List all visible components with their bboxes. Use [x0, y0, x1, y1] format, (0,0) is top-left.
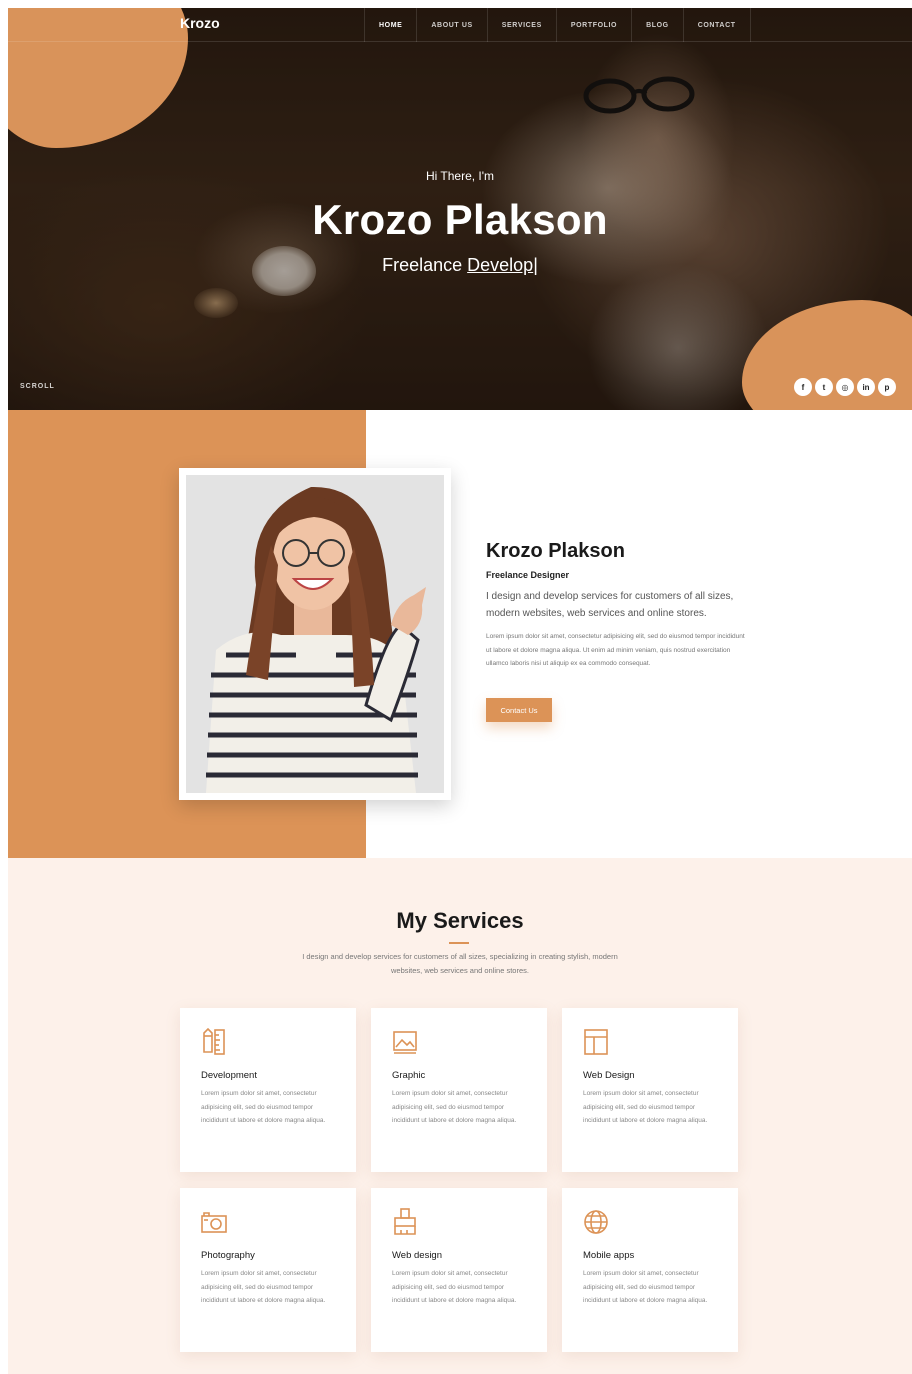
ruler-pencil-icon: [203, 1028, 225, 1055]
service-text: Lorem ipsum dolor sit amet, consectetur …: [583, 1090, 708, 1124]
service-card-web-design[interactable]: Web Design Lorem ipsum dolor sit amet, c…: [562, 1008, 738, 1172]
scroll-indicator[interactable]: SCROLL: [20, 383, 55, 390]
service-text: Lorem ipsum dolor sit amet, consectetur …: [583, 1270, 708, 1304]
paint-brush-icon: [394, 1208, 416, 1235]
nav-item-portfolio[interactable]: PORTFOLIO: [555, 8, 631, 42]
services-title-underline: [449, 942, 469, 944]
about-name: Krozo Plakson: [486, 540, 625, 562]
linkedin-icon[interactable]: in: [857, 378, 875, 396]
top-navigation: Krozo HOME ABOUT US SERVICES PORTFOLIO B…: [8, 8, 912, 42]
service-title: Development: [201, 1070, 257, 1081]
nav-item-contact[interactable]: CONTACT: [682, 8, 751, 42]
service-text: Lorem ipsum dolor sit amet, consectetur …: [201, 1270, 326, 1304]
hero-role-typed: Develop: [467, 255, 534, 275]
service-card-development[interactable]: Development Lorem ipsum dolor sit amet, …: [180, 1008, 356, 1172]
brand-logo[interactable]: Krozo: [180, 15, 220, 31]
facebook-icon[interactable]: f: [794, 378, 812, 396]
nav-item-services[interactable]: SERVICES: [486, 8, 556, 42]
hero-name: Krozo Plakson: [312, 196, 608, 243]
service-text: Lorem ipsum dolor sit amet, consectetur …: [392, 1270, 517, 1304]
about-subtitle: Freelance Designer: [486, 570, 570, 580]
twitter-icon[interactable]: t: [815, 378, 833, 396]
service-card-web-design-2[interactable]: Web design Lorem ipsum dolor sit amet, c…: [371, 1188, 547, 1352]
service-text: Lorem ipsum dolor sit amet, consectetur …: [392, 1090, 517, 1124]
service-title: Web design: [392, 1250, 442, 1261]
profile-illustration: [206, 486, 426, 793]
services-title: My Services: [396, 908, 524, 933]
about-body-text: Lorem ipsum dolor sit amet, consectetur …: [486, 633, 745, 667]
pinterest-icon[interactable]: p: [878, 378, 896, 396]
profile-photo-frame: [179, 468, 451, 800]
service-title: Mobile apps: [583, 1250, 635, 1261]
service-title: Photography: [201, 1250, 255, 1261]
nav-item-blog[interactable]: BLOG: [631, 8, 683, 42]
camera-icon: [201, 1212, 227, 1233]
service-text: Lorem ipsum dolor sit amet, consectetur …: [201, 1090, 326, 1124]
hero-role: Freelance Develop|: [8, 255, 912, 276]
services-section: My Services I design and develop service…: [8, 858, 912, 1374]
service-card-mobile-apps[interactable]: Mobile apps Lorem ipsum dolor sit amet, …: [562, 1188, 738, 1352]
about-section: Krozo Plakson Freelance Designer I desig…: [8, 410, 912, 858]
layout-icon: [584, 1029, 608, 1055]
service-title: Graphic: [392, 1070, 426, 1081]
profile-photo: [186, 475, 444, 793]
service-card-graphic[interactable]: Graphic Lorem ipsum dolor sit amet, cons…: [371, 1008, 547, 1172]
service-title: Web Design: [583, 1070, 635, 1081]
hero-role-prefix: Freelance: [382, 255, 463, 275]
nav-item-about-us[interactable]: ABOUT US: [416, 8, 486, 42]
about-lead-text: I design and develop services for custom…: [486, 591, 734, 619]
nav-menu: HOME ABOUT US SERVICES PORTFOLIO BLOG CO…: [364, 8, 751, 42]
hero-greeting: Hi There, I'm: [425, 169, 495, 183]
services-description: I design and develop services for custom…: [302, 952, 618, 975]
service-card-photography[interactable]: Photography Lorem ipsum dolor sit amet, …: [180, 1188, 356, 1352]
globe-icon: [584, 1210, 608, 1234]
hero-section: Krozo HOME ABOUT US SERVICES PORTFOLIO B…: [8, 8, 912, 410]
image-icon: [393, 1031, 417, 1054]
social-links: f t ◎ in p: [794, 378, 896, 396]
instagram-icon[interactable]: ◎: [836, 378, 854, 396]
nav-item-home[interactable]: HOME: [364, 8, 416, 42]
typing-cursor: |: [533, 255, 538, 275]
contact-us-button[interactable]: Contact Us: [486, 698, 552, 722]
